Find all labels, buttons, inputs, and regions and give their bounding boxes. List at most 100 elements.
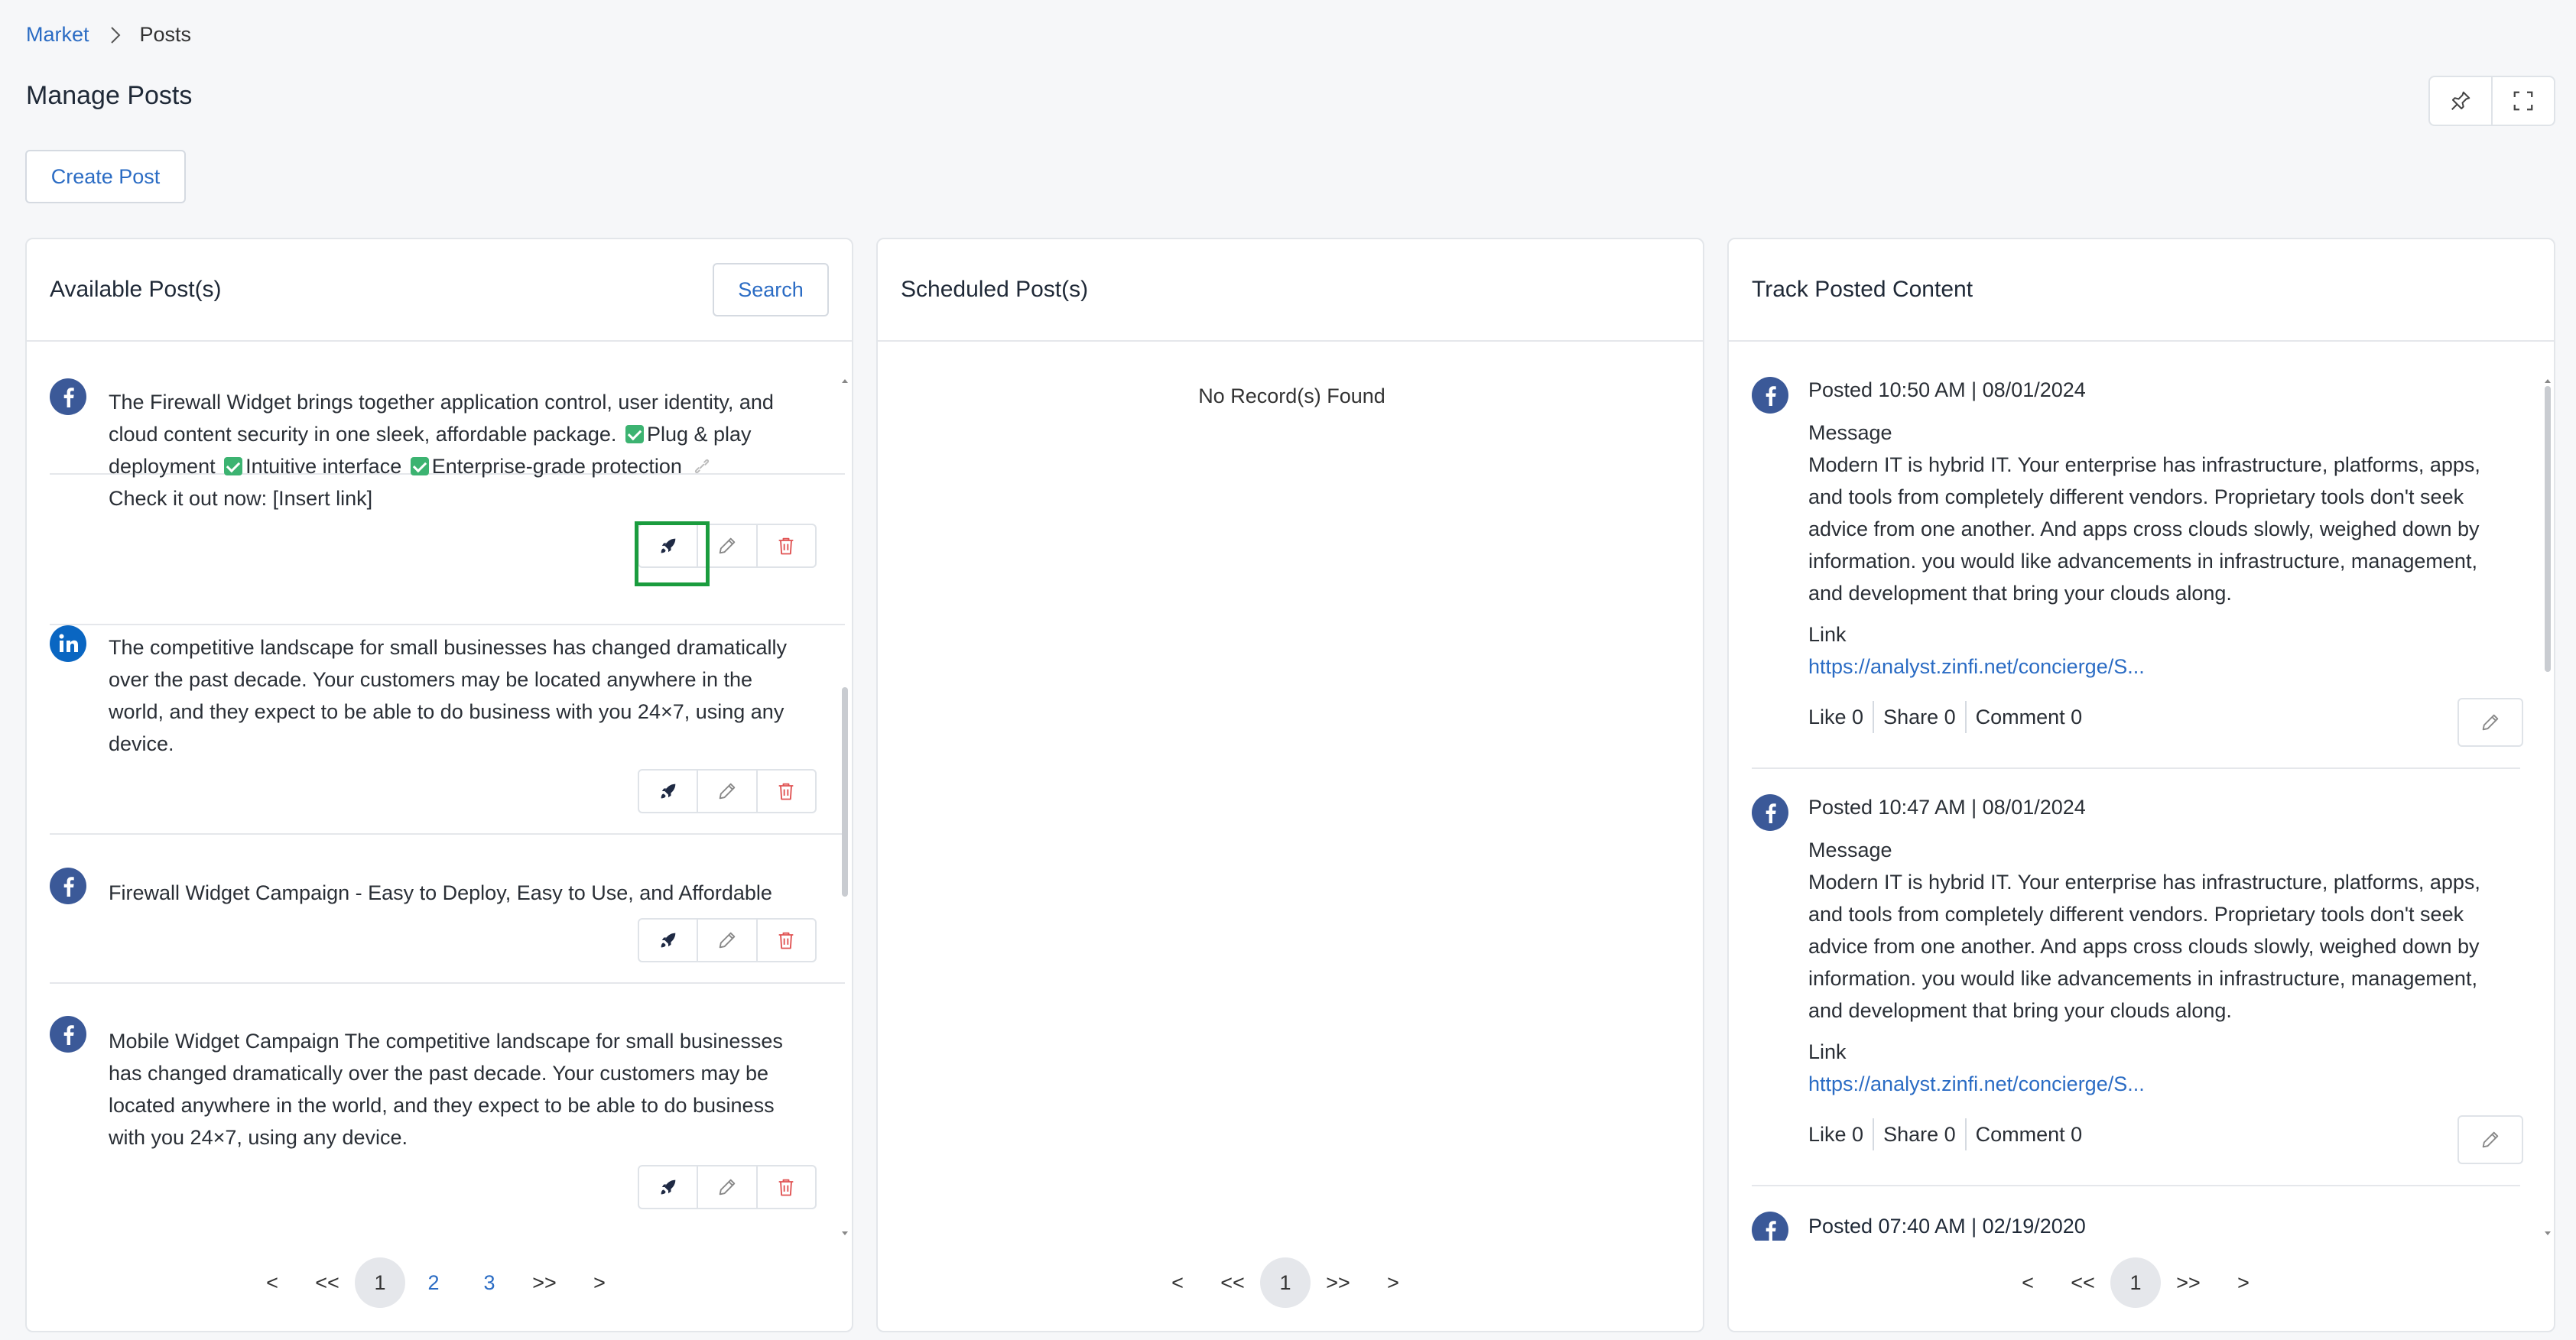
scroll-thumb[interactable] xyxy=(842,687,848,897)
tracked-post-clipped: Posted 07:40 AM | 02/19/2020 xyxy=(1729,1210,2543,1241)
available-posts-header: Available Post(s) Search xyxy=(27,239,852,342)
engagement-stats: Like 0 Share 0 Comment 0 xyxy=(1808,701,2519,733)
pager-first[interactable]: << xyxy=(2055,1271,2110,1295)
tracked-scrollbar[interactable] xyxy=(2544,377,2552,1241)
publish-button[interactable] xyxy=(639,1166,697,1208)
post-text: The Firewall Widget brings together appl… xyxy=(109,391,774,510)
pager-page[interactable]: 3 xyxy=(462,1257,517,1308)
pager-page[interactable]: 1 xyxy=(355,1257,405,1308)
available-posts-title: Available Post(s) xyxy=(50,277,222,302)
pager-page[interactable]: 2 xyxy=(405,1257,462,1308)
breadcrumb-market-link[interactable]: Market xyxy=(26,23,89,47)
delete-button[interactable] xyxy=(755,1166,815,1208)
chevron-right-icon xyxy=(109,25,122,45)
edit-button[interactable] xyxy=(697,771,755,812)
pagination-available: < << 1 2 3 >> > xyxy=(245,1257,627,1308)
pager-last[interactable]: >> xyxy=(2161,1271,2216,1295)
divider xyxy=(50,833,845,835)
check-icon xyxy=(625,425,644,443)
message-label: Message xyxy=(1808,421,1892,444)
pencil-icon xyxy=(719,783,736,800)
divider xyxy=(1752,1185,2520,1186)
fullscreen-button[interactable] xyxy=(2491,77,2554,125)
post-actions xyxy=(638,918,817,962)
pager-next[interactable]: > xyxy=(572,1271,627,1295)
edit-button[interactable] xyxy=(697,920,755,961)
rocket-icon xyxy=(661,1179,675,1195)
pin-button[interactable] xyxy=(2430,77,2491,125)
pager-last[interactable]: >> xyxy=(1311,1271,1366,1295)
facebook-icon xyxy=(50,378,86,419)
pager-next[interactable]: > xyxy=(1366,1271,1421,1295)
facebook-icon xyxy=(50,1016,86,1056)
post-text: The competitive landscape for small busi… xyxy=(109,636,787,755)
rocket-icon xyxy=(661,933,675,948)
rocket-icon xyxy=(661,784,675,799)
track-posted-header: Track Posted Content xyxy=(1729,239,2554,342)
create-post-button[interactable]: Create Post xyxy=(25,150,186,203)
trash-icon xyxy=(778,783,794,800)
message-label: Message xyxy=(1808,839,1892,861)
check-icon xyxy=(410,457,429,475)
share-count: Share 0 xyxy=(1873,1118,1956,1150)
pager-last[interactable]: >> xyxy=(517,1271,572,1295)
pager-prev[interactable]: < xyxy=(2000,1271,2055,1295)
pager-first[interactable]: << xyxy=(1205,1271,1260,1295)
edit-button[interactable] xyxy=(2457,698,2523,747)
empty-state: No Record(s) Found xyxy=(1198,384,1385,407)
delete-button[interactable] xyxy=(755,920,815,961)
track-posted-panel: Track Posted Content Posted 10:50 AM | 0… xyxy=(1727,238,2555,1332)
edit-button[interactable] xyxy=(2457,1115,2523,1164)
delete-button[interactable] xyxy=(755,525,815,566)
pencil-icon xyxy=(719,1179,736,1196)
pin-icon xyxy=(2451,91,2470,110)
publish-button[interactable] xyxy=(639,920,697,961)
scheduled-posts-title: Scheduled Post(s) xyxy=(901,277,1089,302)
scheduled-posts-panel: Scheduled Post(s) No Record(s) Found xyxy=(876,238,1704,1332)
breadcrumb: Market Posts xyxy=(26,23,191,47)
post-text: Mobile Widget Campaign The competitive l… xyxy=(109,1030,783,1149)
post-url-link[interactable]: https://analyst.zinfi.net/concierge/S... xyxy=(1808,1068,2519,1100)
pager-first[interactable]: << xyxy=(300,1271,355,1295)
pager-prev[interactable]: < xyxy=(1150,1271,1205,1295)
tracked-post: Posted 10:50 AM | 08/01/2024 Message Mod… xyxy=(1808,374,2519,733)
divider xyxy=(1752,767,2520,769)
pager-page[interactable]: 1 xyxy=(1260,1257,1311,1308)
posted-timestamp: Posted 07:40 AM | 02/19/2020 xyxy=(1808,1215,2086,1238)
link-icon xyxy=(695,459,710,474)
link-label: Link xyxy=(1808,623,1847,646)
edit-button[interactable] xyxy=(697,1166,755,1208)
search-button[interactable]: Search xyxy=(713,263,829,316)
pencil-icon xyxy=(2482,714,2499,731)
divider xyxy=(50,624,845,625)
facebook-icon xyxy=(1752,1212,1788,1241)
page-tools xyxy=(2428,76,2555,126)
fullscreen-icon xyxy=(2513,91,2533,111)
trash-icon xyxy=(778,932,794,949)
trash-icon xyxy=(778,1179,794,1196)
pager-page[interactable]: 1 xyxy=(2110,1257,2161,1308)
divider xyxy=(50,982,845,984)
scheduled-posts-header: Scheduled Post(s) xyxy=(878,239,1703,342)
selection-highlight xyxy=(635,521,710,586)
posted-timestamp: Posted 10:50 AM | 08/01/2024 xyxy=(1808,378,2086,401)
available-posts-panel: Available Post(s) Search The Firewall Wi… xyxy=(25,238,853,1332)
link-label: Link xyxy=(1808,1040,1847,1063)
scroll-thumb[interactable] xyxy=(2545,386,2551,672)
like-count: Like 0 xyxy=(1808,706,1864,728)
post-url-link[interactable]: https://analyst.zinfi.net/concierge/S... xyxy=(1808,651,2519,683)
comment-count: Comment 0 xyxy=(1964,701,2082,733)
pager-prev[interactable]: < xyxy=(245,1271,300,1295)
trash-icon xyxy=(778,537,794,555)
posts-scrollbar[interactable] xyxy=(841,377,849,1241)
post-text: Firewall Widget Campaign - Easy to Deplo… xyxy=(109,881,772,904)
facebook-icon xyxy=(1752,377,1788,417)
engagement-stats: Like 0 Share 0 Comment 0 xyxy=(1808,1118,2519,1150)
check-icon xyxy=(224,457,243,475)
posted-timestamp: Posted 10:47 AM | 08/01/2024 xyxy=(1808,796,2086,819)
publish-button[interactable] xyxy=(639,771,697,812)
delete-button[interactable] xyxy=(755,771,815,812)
facebook-icon xyxy=(1752,794,1788,835)
pencil-icon xyxy=(719,537,736,554)
pager-next[interactable]: > xyxy=(2216,1271,2271,1295)
